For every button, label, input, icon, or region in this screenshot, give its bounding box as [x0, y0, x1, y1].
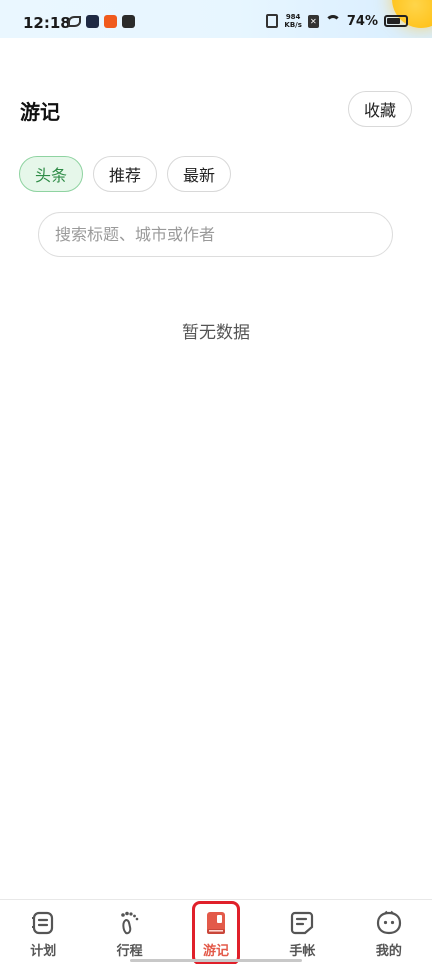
footprint-icon [120, 911, 138, 935]
notification-icons [68, 15, 135, 28]
status-right-group: 984 KB/s ✕ 74% [266, 13, 408, 29]
status-time: 12:18 [23, 14, 71, 32]
battery-icon [384, 15, 408, 27]
screen: 12:18 984 KB/s ✕ 74% 游记 收藏 头条 推荐 最新 搜索标题… [0, 0, 432, 964]
favorites-button[interactable]: 收藏 [348, 91, 412, 127]
journal-icon [291, 911, 314, 935]
empty-state-text: 暂无数据 [182, 323, 250, 343]
tab-headlines[interactable]: 头条 [19, 156, 84, 192]
nav-item-journal[interactable]: 手帐 [259, 900, 345, 964]
no-sim-icon: ✕ [307, 14, 319, 28]
network-speed-unit: KB/s [284, 21, 302, 29]
travel-notes-icon [207, 912, 226, 934]
category-tabs: 头条 推荐 最新 [19, 156, 232, 192]
tab-recommended[interactable]: 推荐 [93, 156, 158, 192]
play-app-icon [86, 15, 99, 28]
nav-label-plan: 计划 [30, 944, 57, 959]
tab-latest[interactable]: 最新 [167, 156, 232, 192]
network-speed-value: 984 [285, 13, 301, 21]
leaf-app-icon [68, 16, 81, 27]
nav-label-profile: 我的 [375, 944, 402, 959]
nav-item-travel-notes[interactable]: 游记 [173, 900, 259, 964]
wifi-icon [324, 15, 341, 27]
network-speed: 984 KB/s [284, 13, 301, 29]
search-input[interactable] [38, 212, 393, 257]
profile-icon [376, 910, 401, 935]
home-indicator[interactable] [130, 959, 302, 962]
vibrate-icon [266, 14, 279, 28]
plan-icon [32, 911, 54, 935]
nav-label-travel-notes: 游记 [203, 944, 230, 959]
status-bar: 12:18 984 KB/s ✕ 74% [0, 0, 432, 38]
shopping-app-icon [104, 15, 117, 28]
nav-item-itinerary[interactable]: 行程 [86, 900, 172, 964]
battery-fill [387, 18, 400, 24]
nav-item-profile[interactable]: 我的 [346, 900, 432, 964]
nav-label-journal: 手帐 [289, 944, 316, 959]
battery-percent: 74% [346, 13, 378, 29]
nav-label-itinerary: 行程 [116, 944, 143, 959]
nav-item-plan[interactable]: 计划 [0, 900, 86, 964]
page-title: 游记 [20, 100, 60, 124]
mail-app-icon [122, 15, 135, 28]
bottom-nav: 计划 行程 游记 手帐 我的 [0, 899, 432, 964]
